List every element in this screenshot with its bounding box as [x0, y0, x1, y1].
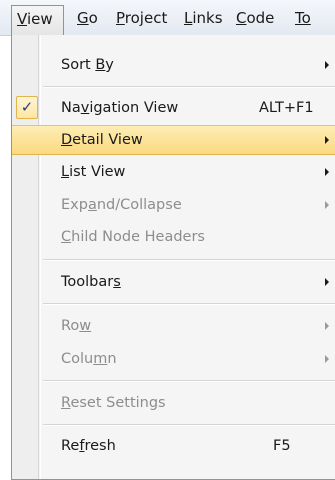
menu-links-label: Links [184, 9, 223, 27]
menu-separator [43, 424, 335, 426]
menu-item-label: Detail View [61, 132, 143, 148]
menu-item-shortcut: ALT+F1 [259, 100, 314, 116]
menu-item-reset-settings[interactable]: Reset Settings [12, 388, 335, 418]
menu-separator [43, 380, 335, 382]
menu-separator [43, 259, 335, 261]
menu-item-label: Row [61, 318, 92, 334]
menu-item-shortcut: F5 [273, 438, 291, 454]
menu-item-child-node-headers[interactable]: Child Node Headers [12, 222, 335, 252]
menu-go-label: Go [77, 9, 98, 27]
checkmark-icon: ✓ [16, 96, 38, 119]
menu-item-label: Expand/Collapse [61, 197, 182, 213]
menu-view[interactable]: View [11, 5, 64, 37]
menu-code[interactable]: Code [231, 5, 279, 31]
menu-item-label: Navigation View [61, 100, 179, 116]
menu-item-refresh[interactable]: Refresh F5 [12, 431, 335, 461]
submenu-arrow-icon [325, 278, 329, 286]
menu-separator [43, 86, 335, 88]
submenu-arrow-icon [325, 61, 329, 69]
menu-item-label: List View [61, 164, 126, 180]
menu-project-label: Project [116, 9, 168, 27]
view-menu-dropdown: Sort By ✓ Navigation View ALT+F1 Detail … [11, 35, 335, 480]
menu-item-toolbars[interactable]: Toolbars [12, 267, 335, 297]
menu-item-expand-collapse[interactable]: Expand/Collapse [12, 190, 335, 220]
menu-item-list-view[interactable]: List View [12, 157, 335, 187]
menu-go[interactable]: Go [72, 5, 103, 31]
menu-item-label: Sort By [61, 57, 114, 73]
menu-item-column[interactable]: Column [12, 344, 335, 374]
menu-item-row[interactable]: Row [12, 311, 335, 341]
menu-tools[interactable]: To [290, 5, 316, 31]
submenu-arrow-icon [325, 201, 329, 209]
menu-item-detail-view[interactable]: Detail View [12, 125, 335, 155]
menu-tools-label: To [295, 9, 311, 27]
menu-links[interactable]: Links [179, 5, 228, 31]
menu-view-label: View [17, 10, 53, 28]
submenu-arrow-icon [325, 355, 329, 363]
menu-item-label: Reset Settings [61, 395, 166, 411]
menu-item-label: Child Node Headers [61, 229, 205, 245]
menu-item-navigation-view[interactable]: ✓ Navigation View ALT+F1 [12, 93, 335, 123]
menu-code-label: Code [236, 9, 275, 27]
submenu-arrow-icon [325, 168, 329, 176]
submenu-arrow-icon [325, 322, 329, 330]
menu-item-label: Refresh [61, 438, 116, 454]
menu-project[interactable]: Project [111, 5, 172, 31]
submenu-arrow-icon [325, 136, 329, 144]
menu-item-sort-by[interactable]: Sort By [12, 50, 335, 80]
menu-bar: View Go Project Links Code To [0, 0, 335, 37]
menu-item-label: Toolbars [61, 274, 121, 290]
menu-item-label: Column [61, 351, 117, 367]
menu-separator [43, 303, 335, 305]
